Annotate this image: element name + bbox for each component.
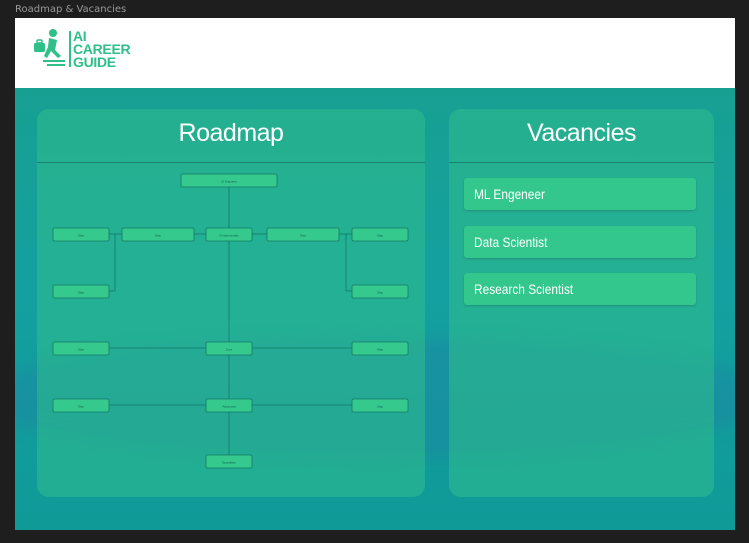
- logo-text: AI CAREER GUIDE: [73, 29, 131, 70]
- roadmap-node-label: Advanced: [222, 405, 236, 409]
- roadmap-node[interactable]: Fundamentals: [205, 227, 253, 242]
- roadmap-node[interactable]: Step: [52, 341, 110, 356]
- roadmap-node-label: Core: [226, 348, 233, 352]
- roadmap-node[interactable]: Step: [121, 227, 195, 242]
- roadmap-node[interactable]: Step: [351, 398, 409, 413]
- runner-briefcase-icon: [34, 29, 65, 66]
- roadmap-node-label: Step: [377, 405, 384, 409]
- logo-line-3: GUIDE: [73, 54, 116, 70]
- roadmap-node-label: Step: [377, 234, 384, 238]
- roadmap-node[interactable]: AI Engineer: [180, 173, 278, 188]
- roadmap-node[interactable]: Advanced: [205, 398, 253, 413]
- roadmap-diagram: AI Engineer Step Step Fundamentals Step Step S…: [52, 173, 409, 469]
- header: AI CAREER GUIDE: [15, 18, 735, 88]
- roadmap-node-label: Step: [78, 405, 85, 409]
- roadmap-node-label: Step: [377, 291, 384, 295]
- roadmap-node-label: Step: [78, 234, 85, 238]
- window-title: Roadmap & Vacancies: [15, 4, 127, 15]
- roadmap-node[interactable]: Core: [205, 341, 253, 356]
- roadmap-node[interactable]: Step: [266, 227, 340, 242]
- vacancies-panel: Vacancies ML Engeneer Data Scientist Res…: [449, 109, 714, 497]
- vacancy-button-research-scientist[interactable]: Research Scientist: [464, 273, 696, 305]
- roadmap-node[interactable]: Step: [52, 398, 110, 413]
- vacancy-label: Data Scientist: [474, 234, 548, 250]
- roadmap-node-label: Step: [78, 291, 85, 295]
- roadmap-title: Roadmap: [178, 119, 284, 147]
- roadmap-node[interactable]: Step: [52, 284, 110, 299]
- roadmap-node[interactable]: Step: [351, 227, 409, 242]
- roadmap-node[interactable]: Step: [52, 227, 110, 242]
- roadmap-node-label: Step: [78, 348, 85, 352]
- vacancy-button-data-scientist[interactable]: Data Scientist: [464, 226, 696, 258]
- vacancy-label: Research Scientist: [474, 281, 574, 297]
- roadmap-node-label: Step: [300, 234, 307, 238]
- vacancies-title: Vacancies: [527, 119, 637, 147]
- roadmap-node-label: Step: [155, 234, 162, 238]
- logo[interactable]: AI CAREER GUIDE: [31, 28, 141, 72]
- roadmap-panel: Roadmap AI Engineer Step Step Fundamentals S…: [37, 109, 425, 497]
- roadmap-node-label: Step: [377, 348, 384, 352]
- vacancy-button-ml-engineer[interactable]: ML Engeneer: [464, 178, 696, 210]
- roadmap-node-label: AI Engineer: [221, 180, 237, 184]
- app-frame: AI CAREER GUIDE Roadmap AI Engineer Step S…: [15, 18, 735, 530]
- roadmap-node-label: Fundamentals: [219, 234, 239, 238]
- roadmap-node[interactable]: Step: [351, 284, 409, 299]
- roadmap-node[interactable]: Step: [351, 341, 409, 356]
- vacancy-label: ML Engeneer: [474, 186, 546, 202]
- logo-divider: [69, 31, 71, 67]
- roadmap-node-label: Specialize: [222, 461, 236, 465]
- vacancies-divider: [449, 162, 714, 163]
- roadmap-node[interactable]: Specialize: [205, 454, 253, 469]
